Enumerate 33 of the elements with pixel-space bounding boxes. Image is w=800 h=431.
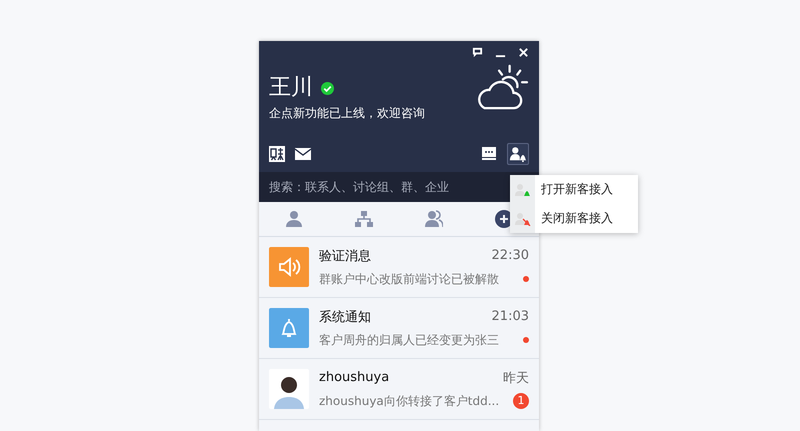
message-preview: zhoushuya向你转接了客户tdd...	[319, 392, 500, 410]
conversation-time: 21:03	[492, 309, 529, 324]
search-field[interactable]: 搜索：联系人、讨论组、群、企业	[259, 172, 539, 202]
conversation-time: 22:30	[492, 248, 529, 263]
conversation-title: 系统通知	[319, 308, 371, 326]
conversation-title: zhoushuya	[319, 370, 390, 385]
user-name: 王川	[269, 74, 313, 102]
conversation-item[interactable]: 验证消息 22:30 群账户中心改版前端讨论已被解散	[259, 237, 539, 298]
org-chart-icon	[355, 210, 373, 228]
close-icon[interactable]	[518, 47, 529, 58]
conversation-item[interactable]: 系统通知 21:03 客户周舟的归属人已经变更为张三	[259, 298, 539, 359]
bell-icon	[269, 308, 309, 348]
conversation-title: 验证消息	[319, 248, 371, 264]
message-preview: 群账户中心改版前端讨论已被解散	[319, 270, 499, 288]
muted-bell-icon	[514, 212, 530, 226]
unread-dot	[523, 337, 529, 343]
user-bell-icon	[514, 182, 530, 196]
unread-dot	[523, 276, 529, 282]
avatar-icon	[269, 369, 309, 409]
unread-count: 1	[513, 393, 529, 409]
status-message: 企点新功能已上线，欢迎咨询	[269, 105, 425, 122]
message-board-icon[interactable]	[481, 146, 497, 162]
message-preview: 客户周舟的归属人已经变更为张三	[319, 332, 499, 348]
user-bell-icon[interactable]	[507, 143, 529, 165]
person-icon	[285, 210, 303, 228]
mail-icon[interactable]	[295, 146, 311, 162]
chat-bubble-icon[interactable]	[472, 47, 483, 58]
account-icon[interactable]	[269, 146, 285, 162]
conversation-time: 昨天	[503, 370, 529, 386]
conversation-item[interactable]: zhoushuya 昨天 zhoushuya向你转接了客户tdd... 1	[259, 359, 539, 420]
people-icon	[425, 210, 443, 228]
speaker-icon	[269, 247, 309, 287]
menu-item[interactable]: 关闭新客接入	[510, 204, 638, 233]
